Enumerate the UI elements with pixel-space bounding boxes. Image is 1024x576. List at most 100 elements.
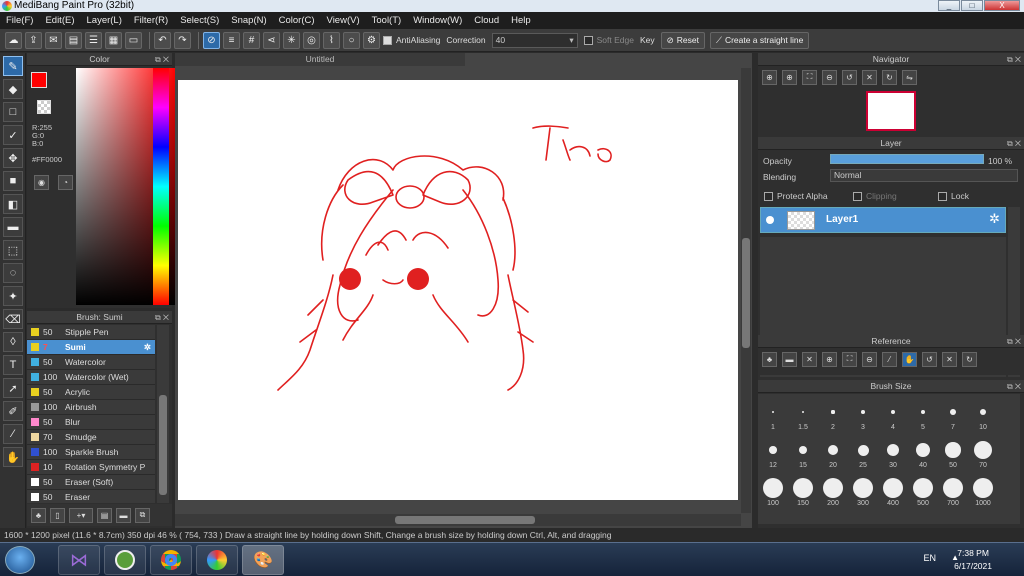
curve-snap-icon[interactable]: ⌇ (323, 31, 340, 49)
opacity-slider[interactable] (830, 154, 984, 164)
menu-layer[interactable]: Layer(L) (87, 15, 122, 26)
brush-size-option[interactable]: 12 (759, 436, 787, 472)
duplicate-brush-icon[interactable]: ⧉ (135, 507, 150, 523)
navigator-thumbnail[interactable] (866, 91, 916, 131)
menu-view[interactable]: View(V) (327, 15, 360, 26)
hue-slider[interactable] (153, 68, 169, 305)
radial-snap-icon[interactable]: ✳ (283, 31, 300, 49)
menu-select[interactable]: Select(S) (180, 15, 219, 26)
brush-item[interactable]: 100 Watercolor (Wet) (27, 370, 155, 385)
cloud-icon[interactable]: ☁ (5, 31, 22, 49)
straight-line-button[interactable]: ⟋ Create a straight line (709, 31, 810, 49)
brush-item[interactable]: 50 Eraser (27, 490, 155, 503)
brush-item[interactable]: 7 Sumi ✲ (27, 340, 155, 355)
brush-size-option[interactable]: 1.5 (789, 398, 817, 434)
zoom-out-icon[interactable]: ⊖ (822, 69, 837, 85)
pen-tool-icon[interactable]: ✓ (3, 125, 23, 145)
brush-size-option[interactable]: 70 (969, 436, 997, 472)
photos-app-icon[interactable] (196, 545, 238, 575)
panel-menu-icon[interactable]: ⧉ ✕ (1007, 380, 1021, 393)
soft-edge-checkbox[interactable] (583, 35, 593, 45)
brush-item[interactable]: 50 Eraser (Soft) (27, 475, 155, 490)
circle-snap-icon[interactable]: ○ (343, 31, 360, 49)
paint-app-icon[interactable] (104, 545, 146, 575)
perspective-snap-icon[interactable]: ⋖ (263, 31, 280, 49)
divide-tool-icon[interactable]: ✐ (3, 401, 23, 421)
fill-tool-icon[interactable]: ◧ (3, 194, 23, 214)
brush-item[interactable]: 100 Airbrush (27, 400, 155, 415)
brush-size-option[interactable]: 400 (879, 474, 907, 510)
reference-fit-icon[interactable]: ⛶ (842, 351, 857, 367)
flip-icon[interactable]: ⇋ (902, 69, 917, 85)
brush-tool-icon[interactable]: ✎ (3, 56, 23, 76)
fit-icon[interactable]: ⛶ (802, 69, 817, 85)
brush-item[interactable]: 50 Blur (27, 415, 155, 430)
dot-tool-icon[interactable]: □ (3, 102, 23, 122)
lock-checkbox[interactable] (938, 191, 947, 201)
close-reference-icon[interactable]: ✕ (802, 351, 817, 367)
select-eraser-icon[interactable]: ◊ (3, 332, 23, 352)
brush-size-option[interactable]: 1000 (969, 474, 997, 510)
layers-icon[interactable]: ▦ (105, 31, 122, 49)
brush-size-option[interactable]: 100 (759, 474, 787, 510)
brush-size-option[interactable]: 700 (939, 474, 967, 510)
reset-view-icon[interactable]: ✕ (862, 69, 877, 85)
foreground-color-swatch[interactable] (31, 72, 47, 88)
open-reference-icon[interactable]: ♣ (762, 351, 777, 367)
menu-cloud[interactable]: Cloud (474, 15, 499, 26)
protect-alpha-checkbox[interactable] (764, 191, 773, 201)
menu-file[interactable]: File(F) (6, 15, 33, 26)
maximize-button[interactable]: □ (961, 0, 983, 11)
reference-zoom-out-icon[interactable]: ⊖ (862, 351, 877, 367)
background-color-swatch[interactable] (37, 100, 51, 114)
brush-item[interactable]: 50 Stipple Pen (27, 325, 155, 340)
brush-size-option[interactable]: 50 (939, 436, 967, 472)
select-pen-icon[interactable]: ⌫ (3, 309, 23, 329)
brush-size-option[interactable]: 10 (969, 398, 997, 434)
reset-button[interactable]: ⊘ Reset (660, 31, 705, 49)
antialiasing-checkbox[interactable] (383, 35, 392, 45)
brush-size-option[interactable]: 5 (909, 398, 937, 434)
close-button[interactable]: X (984, 0, 1020, 11)
folder-icon[interactable]: ▬ (116, 507, 131, 523)
medibang-taskbar-icon[interactable]: 🎨 (242, 545, 284, 575)
reference-folder-icon[interactable]: ▬ (782, 351, 797, 367)
document-icon[interactable]: ▤ (65, 31, 82, 49)
chrome-icon[interactable] (150, 545, 192, 575)
layer-row[interactable]: Layer1 ✲ (760, 207, 1006, 233)
brush-size-option[interactable]: 1 (759, 398, 787, 434)
chat-icon[interactable]: ✉ (45, 31, 62, 49)
concentric-snap-icon[interactable]: ◎ (303, 31, 320, 49)
brush-item[interactable]: 10 Rotation Symmetry P (27, 460, 155, 475)
shape-tool-icon[interactable]: ■ (3, 171, 23, 191)
drawing-canvas[interactable]: Thảo (178, 80, 738, 500)
brush-size-option[interactable]: 3 (849, 398, 877, 434)
eyedropper-icon[interactable]: ⁄ (3, 424, 23, 444)
brush-size-option[interactable]: 25 (849, 436, 877, 472)
visibility-icon[interactable] (766, 216, 774, 224)
brush-item[interactable]: 50 Acrylic (27, 385, 155, 400)
menu-tool[interactable]: Tool(T) (372, 15, 402, 26)
brush-size-option[interactable]: 200 (819, 474, 847, 510)
panel-menu-icon[interactable]: ⧉ ✕ (1007, 335, 1021, 348)
layer-settings-icon[interactable]: ✲ (989, 211, 1000, 227)
vertical-scroll-thumb[interactable] (742, 238, 750, 348)
vertical-scrollbar[interactable] (741, 68, 751, 513)
panel-menu-icon[interactable]: ⧉ ✕ (1007, 137, 1021, 150)
palette-icon[interactable]: ◉ (34, 175, 49, 190)
brush-size-option[interactable]: 300 (849, 474, 877, 510)
new-brush-icon[interactable]: ▯ (50, 507, 65, 523)
color-history-icon[interactable]: ◔ (58, 175, 73, 190)
blending-select[interactable]: Normal (830, 169, 1018, 182)
brush-size-option[interactable]: 15 (789, 436, 817, 472)
panel-menu-icon[interactable]: ⧉ ✕ (155, 53, 169, 66)
parallel-snap-icon[interactable]: ≡ (223, 31, 240, 49)
brush-item[interactable]: 100 Sparkle Brush (27, 445, 155, 460)
reference-eyedropper-icon[interactable]: ⁄ (882, 351, 897, 367)
snap-off-icon[interactable]: ⊘ (203, 31, 220, 49)
brush-properties-icon[interactable]: ▤ (97, 507, 112, 523)
reference-rotate-left-icon[interactable]: ↺ (922, 351, 937, 367)
list-icon[interactable]: ☰ (85, 31, 102, 49)
brush-size-option[interactable]: 20 (819, 436, 847, 472)
redo-icon[interactable]: ↷ (174, 31, 191, 49)
